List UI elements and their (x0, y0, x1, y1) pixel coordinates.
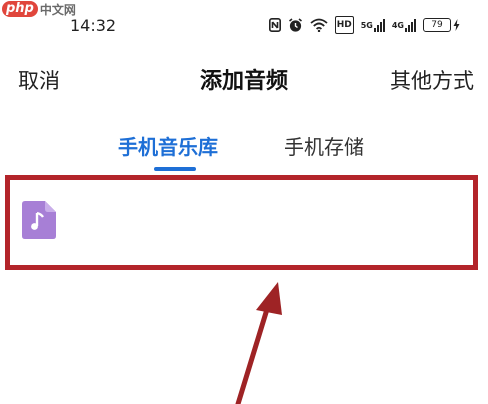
battery-level: 79 (423, 18, 451, 32)
watermark-logo: php (2, 1, 38, 17)
signal-4g-icon: 4G (392, 17, 416, 33)
signal-4g-label: 4G (391, 20, 404, 30)
cancel-button[interactable]: 取消 (18, 65, 60, 95)
other-methods-button[interactable]: 其他方式 (390, 65, 474, 95)
audio-list-item[interactable] (8, 177, 480, 263)
music-file-icon (22, 201, 56, 239)
source-tabs: 手机音乐库 手机存储 (0, 126, 488, 176)
nfc-icon (268, 17, 281, 33)
header-bar: 取消 添加音频 其他方式 (0, 55, 488, 101)
status-icons: HD 5G 4G 79 (268, 16, 460, 34)
signal-bars (373, 18, 385, 32)
watermark: php 中文网 (2, 0, 76, 18)
tab-phone-music-library[interactable]: 手机音乐库 (118, 131, 218, 160)
wifi-icon (310, 17, 328, 33)
hd-icon: HD (334, 16, 354, 34)
charging-bolt-icon (453, 19, 460, 31)
battery-icon: 79 (423, 17, 460, 33)
signal-bars (405, 18, 416, 32)
signal-5g-label: 5G (360, 20, 373, 30)
tab-phone-storage[interactable]: 手机存储 (284, 131, 364, 160)
status-time: 14:32 (70, 16, 117, 35)
active-tab-indicator (154, 167, 196, 171)
signal-5g-icon: 5G (361, 17, 385, 33)
alarm-icon (288, 17, 303, 33)
watermark-text: 中文网 (39, 2, 76, 17)
